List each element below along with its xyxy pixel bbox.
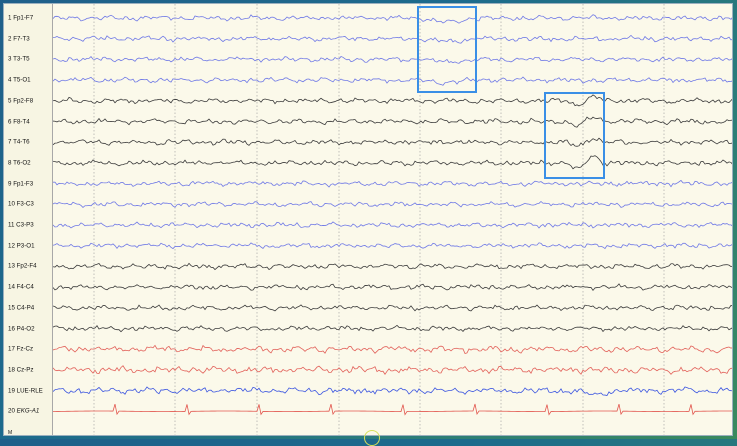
channel-name: Fp2-F4 bbox=[16, 262, 37, 270]
trace-15 bbox=[53, 304, 732, 312]
channel-number: 18 bbox=[8, 366, 15, 374]
channel-label-11: 11 C3-P3 bbox=[8, 222, 34, 229]
channel-name: Fz-Cz bbox=[16, 345, 34, 353]
channel-number: 4 bbox=[8, 76, 12, 84]
channel-name: F4-C4 bbox=[16, 283, 34, 291]
trace-1 bbox=[53, 14, 732, 24]
channel-label-2: 2 F7-T3 bbox=[8, 35, 30, 42]
channel-name: F8-T4 bbox=[13, 118, 30, 125]
channel-number: 12 bbox=[8, 242, 15, 250]
channel-name: T4-T6 bbox=[13, 138, 30, 146]
eeg-traces bbox=[53, 4, 732, 435]
channel-label-14: 14 F4-C4 bbox=[8, 284, 34, 291]
trace-3 bbox=[53, 55, 732, 64]
trace-9 bbox=[53, 179, 732, 188]
channel-number: 7 bbox=[8, 138, 12, 146]
channel-number: 9 bbox=[8, 180, 12, 188]
page-marker-circle bbox=[364, 430, 380, 446]
channel-label-8: 8 T6-O2 bbox=[8, 159, 31, 166]
channel-label-15: 15 C4-P4 bbox=[8, 304, 34, 311]
trace-8 bbox=[53, 155, 732, 170]
channel-label-5: 5 Fp2-F8 bbox=[8, 97, 33, 104]
channel-number: 16 bbox=[8, 325, 15, 332]
channel-number: 3 bbox=[8, 55, 12, 63]
channel-number: 17 bbox=[8, 345, 15, 353]
channel-label-20: 20 EKG-A1 bbox=[8, 408, 39, 415]
trace-2 bbox=[53, 34, 732, 44]
channel-number: 10 bbox=[8, 200, 15, 208]
channel-name: T3-T5 bbox=[13, 55, 30, 63]
eeg-plot-area[interactable] bbox=[53, 4, 732, 435]
trace-16 bbox=[53, 324, 732, 333]
channel-number: 8 bbox=[8, 159, 12, 167]
channel-label-18: 18 Cz-Pz bbox=[8, 366, 33, 373]
channel-number: 11 bbox=[8, 221, 15, 229]
channel-name: P4-O2 bbox=[16, 325, 35, 332]
channel-label-3: 3 T3-T5 bbox=[8, 56, 30, 63]
trace-11 bbox=[53, 221, 732, 229]
channel-label-19: 19 LUE-RLE bbox=[8, 387, 43, 394]
channel-label-12: 12 P3-O1 bbox=[8, 242, 35, 249]
trace-18 bbox=[53, 365, 732, 375]
bottom-marker-label: M bbox=[8, 430, 13, 436]
trace-4 bbox=[53, 76, 732, 86]
trace-6 bbox=[53, 116, 732, 128]
trace-19 bbox=[53, 386, 732, 397]
trace-7 bbox=[53, 137, 732, 147]
trace-14 bbox=[53, 283, 732, 292]
channel-number: 14 bbox=[8, 283, 15, 291]
channel-label-7: 7 T4-T6 bbox=[8, 139, 30, 146]
channel-number: 13 bbox=[8, 262, 15, 270]
channel-number: 5 bbox=[8, 97, 12, 105]
channel-name: Fp1-F7 bbox=[13, 14, 34, 22]
channel-name: P3-O1 bbox=[16, 242, 35, 250]
channel-name: F7-T3 bbox=[13, 35, 30, 43]
trace-20 bbox=[53, 403, 732, 416]
channel-label-16: 16 P4-O2 bbox=[8, 325, 35, 332]
channel-name: F3-C3 bbox=[16, 200, 34, 208]
channel-label-column: 1 Fp1-F7 2 F7-T3 3 T3-T5 4 T5-O1 5 Fp2-F8 6 F… bbox=[4, 4, 53, 435]
channel-label-4: 4 T5-O1 bbox=[8, 77, 31, 84]
trace-10 bbox=[53, 200, 732, 208]
channel-label-1: 1 Fp1-F7 bbox=[8, 15, 33, 22]
channel-label-17: 17 Fz-Cz bbox=[8, 346, 33, 353]
channel-number: 15 bbox=[8, 304, 15, 312]
eeg-viewer: 1 Fp1-F7 2 F7-T3 3 T3-T5 4 T5-O1 5 Fp2-F8 6 F… bbox=[3, 3, 733, 436]
channel-number: 2 bbox=[8, 35, 12, 43]
channel-name: Cz-Pz bbox=[16, 366, 34, 374]
channel-number: 19 bbox=[8, 387, 15, 395]
channel-label-10: 10 F3-C3 bbox=[8, 201, 34, 208]
channel-number: 6 bbox=[8, 118, 12, 125]
channel-label-6: 6 F8-T4 bbox=[8, 118, 30, 125]
trace-13 bbox=[53, 262, 732, 271]
channel-number: 1 bbox=[8, 14, 12, 22]
trace-12 bbox=[53, 242, 732, 250]
trace-5 bbox=[53, 94, 732, 107]
channel-label-13: 13 Fp2-F4 bbox=[8, 263, 37, 270]
channel-name: LUE-RLE bbox=[16, 387, 43, 395]
channel-name: C4-P4 bbox=[16, 304, 35, 312]
highlight-box-right-temporal bbox=[544, 92, 605, 179]
channel-name: Fp1-F3 bbox=[13, 180, 34, 188]
channel-number: 20 bbox=[8, 407, 15, 415]
channel-name: Fp2-F8 bbox=[13, 97, 34, 105]
channel-label-9: 9 Fp1-F3 bbox=[8, 180, 33, 187]
highlight-box-left-temporal bbox=[417, 6, 477, 93]
channel-name: EKG-A1 bbox=[16, 407, 40, 415]
channel-name: T6-O2 bbox=[13, 159, 31, 167]
channel-name: C3-P3 bbox=[16, 221, 34, 229]
trace-17 bbox=[53, 344, 732, 354]
channel-name: T5-O1 bbox=[13, 76, 31, 84]
